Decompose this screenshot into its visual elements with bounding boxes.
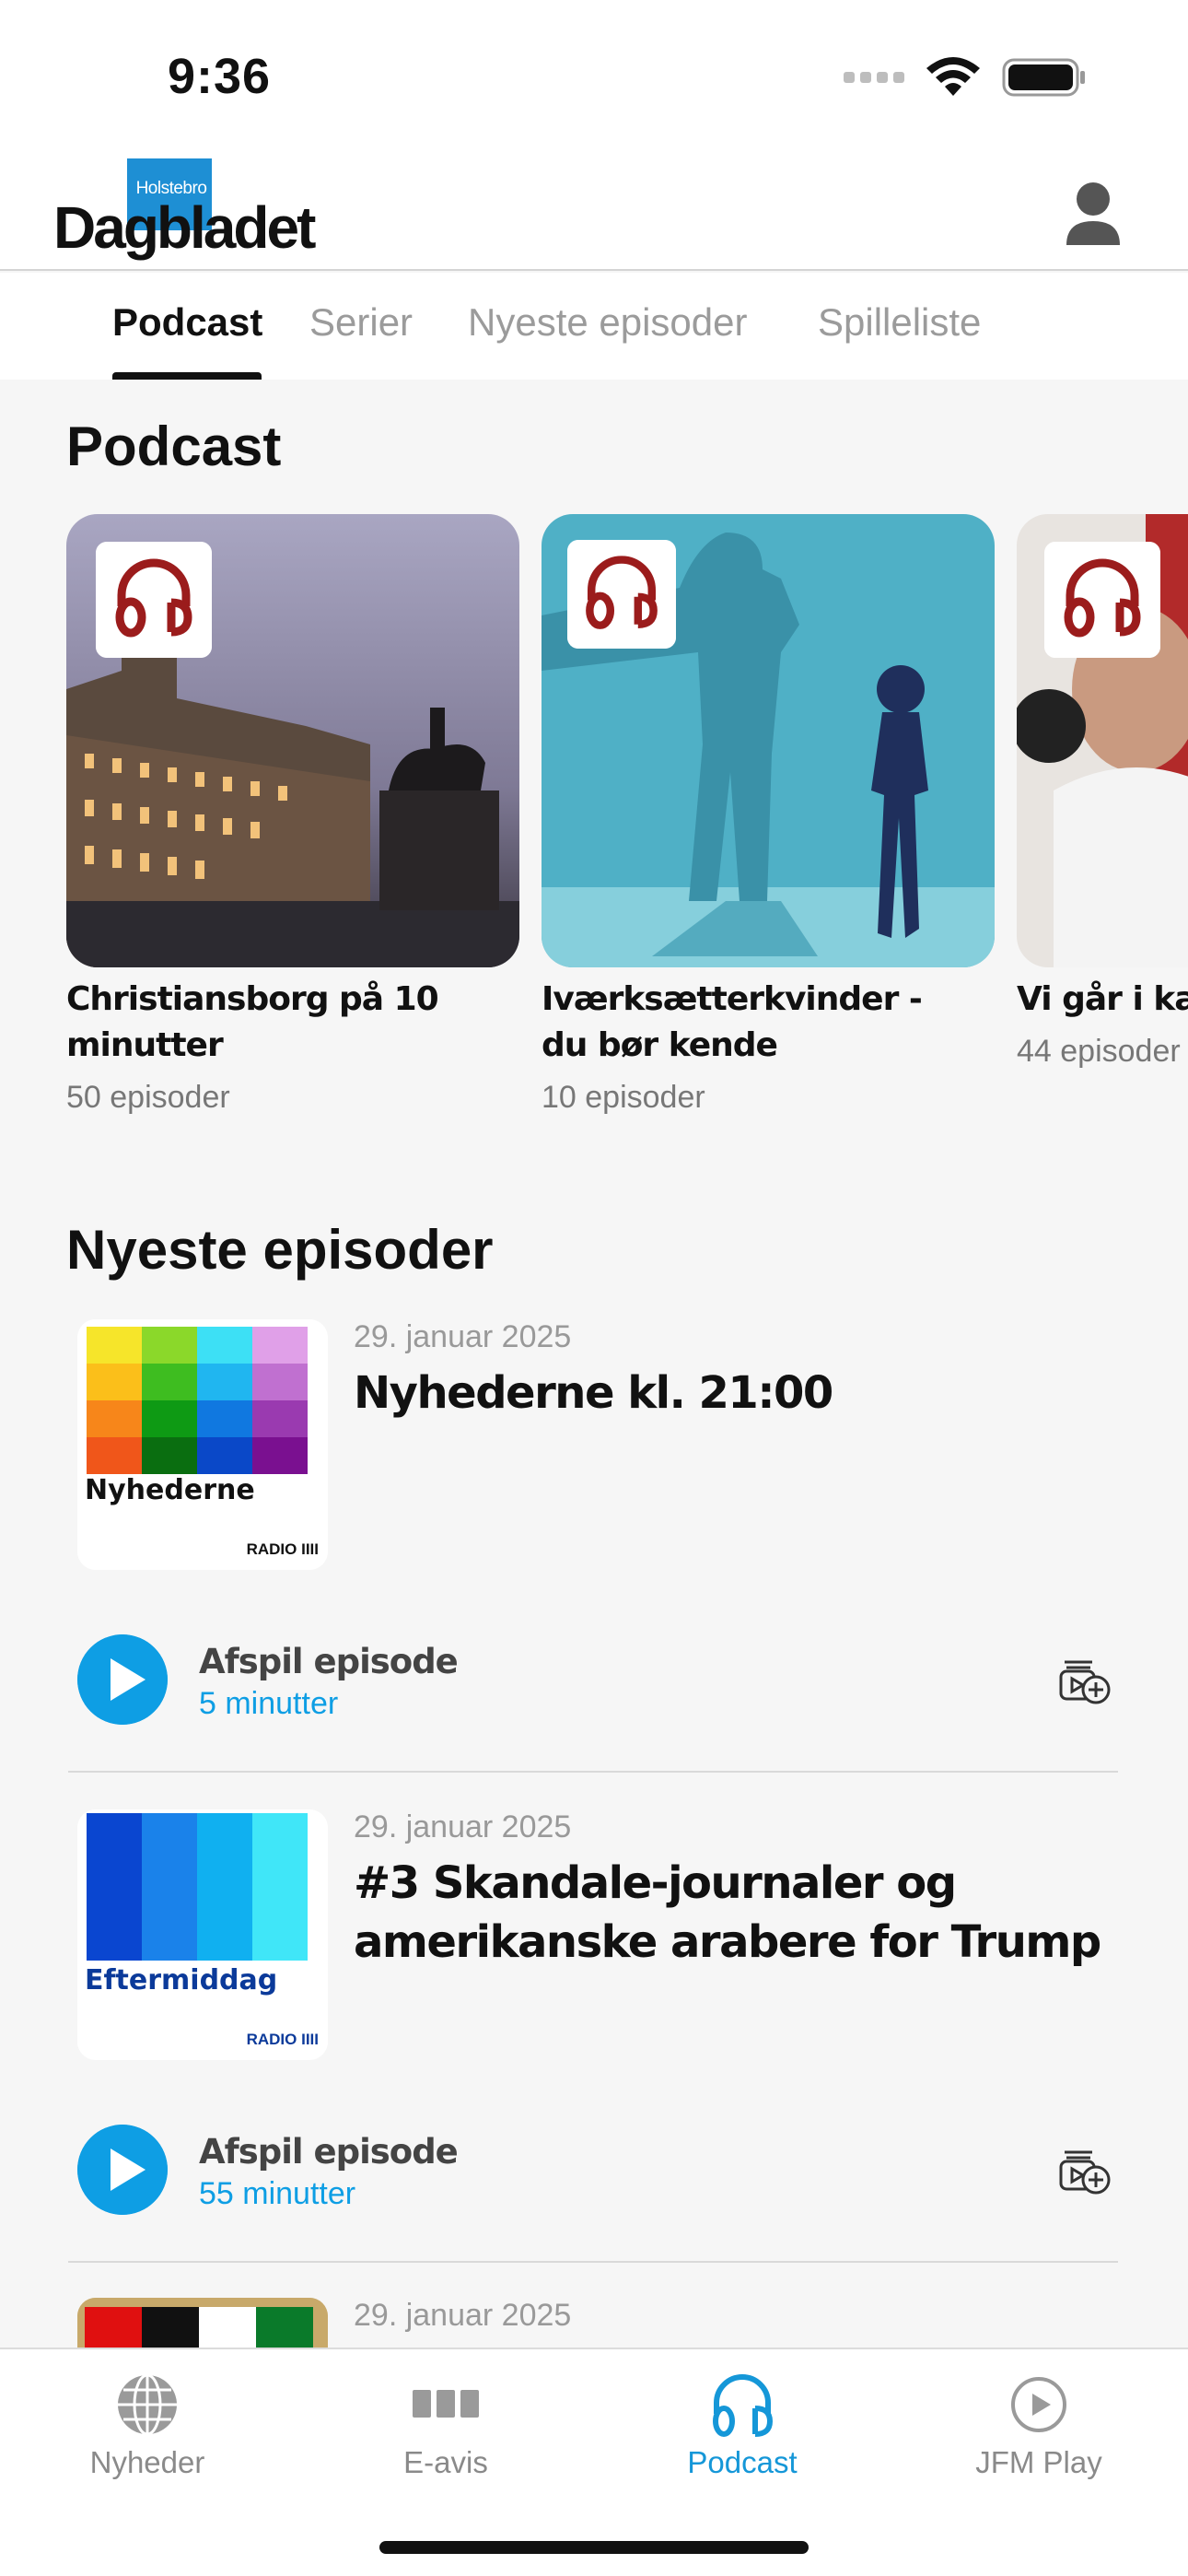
- podcast-section-title: Podcast: [66, 416, 282, 477]
- tab-bar: Podcast Serier Nyeste episoder Spillelis…: [0, 273, 1188, 380]
- tab-serier[interactable]: Serier: [309, 300, 413, 345]
- active-tab-indicator: [112, 372, 262, 380]
- headphones-icon: [713, 2374, 774, 2437]
- episode-duration: 5 minutter: [199, 1686, 339, 1721]
- battery-icon: [1002, 58, 1085, 97]
- episode-duration: 55 minutter: [199, 2176, 356, 2211]
- headphones-logo-icon: [1044, 542, 1160, 658]
- episode-date: 29. januar 2025: [354, 1809, 572, 1844]
- play-episode-label[interactable]: Afspil episode: [199, 1642, 459, 1681]
- podcast-cover-vi-gaar-i-kael: [1017, 514, 1188, 967]
- episode-title[interactable]: #3 Skandale-journaler og amerikanske ara…: [354, 1854, 1109, 1972]
- podcast-card-title: Vi går i kæl: [1017, 980, 1188, 1018]
- episode-thumbnail-nyhederne: Nyhederne RADIO IIII: [77, 1319, 328, 1570]
- play-circle-icon: [1011, 2377, 1066, 2432]
- holstebro-dagbladet-logo[interactable]: Holstebro Dagbladet: [53, 158, 316, 261]
- nav-e-avis[interactable]: E-avis: [326, 2349, 565, 2488]
- status-time: 9:36: [168, 49, 272, 104]
- podcast-card-count: 10 episoder: [542, 1080, 705, 1115]
- nav-label: Podcast: [687, 2445, 798, 2479]
- episode-play-row[interactable]: Afspil episode 55 minutter: [66, 2125, 1120, 2226]
- tab-nyeste-episoder[interactable]: Nyeste episoder: [468, 300, 748, 345]
- globe-icon: [118, 2373, 177, 2436]
- play-episode-label[interactable]: Afspil episode: [199, 2132, 459, 2172]
- episode-date: 29. januar 2025: [354, 1319, 572, 1354]
- podcast-card-title: Christiansborg på 10 minutter: [66, 980, 439, 1064]
- nav-podcast[interactable]: Podcast: [623, 2349, 862, 2488]
- wifi-icon: [926, 57, 980, 96]
- nav-label: JFM Play: [975, 2445, 1102, 2479]
- thumbnail-brand: RADIO IIII: [246, 2031, 319, 2048]
- cellular-signal-icon: [844, 72, 904, 83]
- logo-main-text: Dagbladet: [53, 194, 316, 261]
- episode-divider: [68, 1771, 1118, 1773]
- episode-thumbnail: [77, 2298, 328, 2348]
- thumbnail-label: Eftermiddag: [85, 1964, 278, 1996]
- podcast-card-title: Iværksætterkvinder - du bør kende: [542, 980, 923, 1064]
- podcast-card[interactable]: Iværksætterkvinder - du bør kende 10 epi…: [542, 514, 995, 1115]
- episode-title[interactable]: Nyhederne kl. 21:00: [354, 1364, 1109, 1423]
- nav-nyheder[interactable]: Nyheder: [28, 2349, 267, 2488]
- thumbnail-label: Nyhederne: [85, 1474, 255, 1506]
- nav-jfm-play[interactable]: JFM Play: [919, 2349, 1159, 2488]
- status-icons: [844, 57, 1087, 98]
- podcast-card[interactable]: Christiansborg på 10 minutter 50 episode…: [66, 514, 519, 1115]
- nav-label: Nyheder: [89, 2445, 205, 2479]
- tab-podcast[interactable]: Podcast: [112, 300, 262, 345]
- podcast-card[interactable]: Vi går i kæl 44 episoder: [1017, 514, 1188, 1069]
- episode-item[interactable]: 29. januar 2025: [66, 2298, 1120, 2348]
- headphones-logo-icon: [96, 542, 212, 658]
- play-icon[interactable]: [77, 1634, 168, 1725]
- tab-spilleliste[interactable]: Spilleliste: [818, 300, 981, 345]
- newspaper-icon: [413, 2390, 479, 2418]
- podcast-carousel[interactable]: Christiansborg på 10 minutter 50 episode…: [66, 514, 1188, 1141]
- add-to-playlist-icon[interactable]: [1055, 2139, 1114, 2198]
- episode-play-row[interactable]: Afspil episode 5 minutter: [66, 1634, 1120, 1736]
- add-to-playlist-icon[interactable]: [1055, 1649, 1114, 1708]
- home-indicator: [379, 2541, 809, 2554]
- status-bar: 9:36: [0, 0, 1188, 157]
- profile-icon[interactable]: [1061, 179, 1125, 249]
- podcast-card-count: 44 episoder: [1017, 1034, 1181, 1069]
- podcast-card-count: 50 episoder: [66, 1080, 230, 1115]
- thumbnail-brand: RADIO IIII: [246, 1540, 319, 1558]
- app-header: Holstebro Dagbladet: [0, 157, 1188, 271]
- play-icon[interactable]: [77, 2125, 168, 2215]
- episode-thumbnail-eftermiddag: Eftermiddag RADIO IIII: [77, 1809, 328, 2060]
- episode-divider: [68, 2261, 1118, 2263]
- podcast-cover-christiansborg: [66, 514, 519, 967]
- nav-label: E-avis: [403, 2445, 488, 2479]
- headphones-logo-icon: [567, 540, 676, 649]
- episodes-section-title: Nyeste episoder: [66, 1219, 494, 1281]
- episode-date: 29. januar 2025: [354, 2298, 572, 2333]
- podcast-cover-ivaerksaetterkvinder: [542, 514, 995, 967]
